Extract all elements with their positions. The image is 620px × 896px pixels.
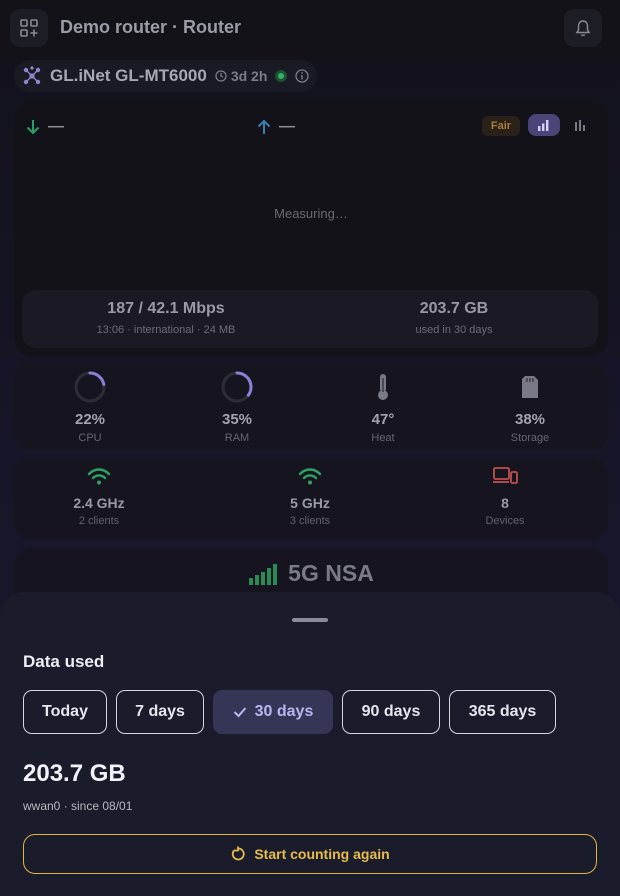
wifi-5-clients: 3 clients (289, 515, 331, 527)
wifi-icon (298, 468, 322, 485)
thermometer-icon (378, 374, 388, 400)
last-test-value: 187 / 42.1 Mbps (107, 300, 225, 317)
uptime-value: 3d 2h (230, 68, 268, 84)
bar-chart-icon (575, 120, 585, 131)
devices-icon (493, 467, 518, 484)
storage-label: Storage (510, 432, 550, 444)
info-icon[interactable] (295, 69, 310, 83)
range-30-days-button[interactable]: 30 days (213, 690, 333, 734)
ram-stat: 35% RAM (177, 370, 297, 444)
download-value: — (48, 118, 64, 135)
uptime: 3d 2h (215, 68, 268, 84)
range-label: Today (42, 703, 88, 720)
usage-stat: 203.7 GB used in 30 days (310, 300, 598, 336)
device-name: GL.iNet GL-MT6000 (50, 66, 207, 85)
download-speed: — (26, 118, 64, 136)
devices-count: 8 (501, 495, 509, 511)
online-status-indicator (275, 70, 288, 82)
range-365-days-button[interactable]: 365 days (449, 690, 556, 734)
range-label: 90 days (361, 703, 421, 720)
data-used-sheet: Data used Today 7 days 30 days 90 days 3… (0, 592, 620, 896)
device-header[interactable]: GL.iNet GL-MT6000 3d 2h (14, 60, 318, 92)
last-test-detail: 13:06 · international · 24 MB (96, 324, 236, 336)
upload-value: — (279, 118, 295, 135)
range-today-button[interactable]: Today (23, 690, 107, 734)
total-data-used: 203.7 GB (23, 760, 126, 787)
chart-view-button[interactable] (564, 114, 596, 136)
upload-speed: — (257, 118, 295, 136)
range-label: 7 days (135, 703, 185, 720)
storage-value: 38% (514, 411, 546, 428)
cpu-label: CPU (78, 432, 102, 444)
check-icon (233, 707, 246, 718)
cpu-gauge (74, 371, 106, 403)
interface-since: wwan0 · since 08/01 (23, 799, 133, 813)
wifi-24-clients: 2 clients (78, 515, 120, 527)
last-test-stat: 187 / 42.1 Mbps 13:06 · international · … (22, 300, 310, 336)
wifi-24-stat: 2.4 GHz 2 clients (14, 466, 184, 527)
apps-grid-icon (20, 19, 38, 37)
wifi-5-band: 5 GHz (290, 495, 330, 511)
apps-menu-button[interactable] (10, 9, 48, 47)
wifi-5-stat: 5 GHz 3 clients (225, 466, 395, 527)
resources-card[interactable]: 22% CPU 35% RAM 47° Heat 38% Storage (14, 362, 608, 450)
devices-label: Devices (485, 515, 525, 527)
ram-gauge (221, 371, 253, 403)
sd-card-icon (522, 376, 538, 398)
reset-label: Start counting again (254, 846, 390, 862)
wifi-icon (87, 468, 111, 485)
cpu-stat: 22% CPU (30, 370, 150, 444)
wifi-24-band: 2.4 GHz (73, 495, 125, 511)
cellular-signal-icon (249, 563, 278, 585)
range-7-days-button[interactable]: 7 days (116, 690, 204, 734)
quality-badge: Fair (482, 116, 520, 136)
download-arrow-icon (26, 120, 40, 135)
ram-label: RAM (224, 432, 250, 444)
measuring-status: Measuring… (274, 206, 348, 221)
heat-label: Heat (371, 432, 395, 444)
network-card[interactable]: 2.4 GHz 2 clients 5 GHz 3 clients 8 Devi… (14, 458, 608, 540)
cellular-mode: 5G NSA (288, 560, 374, 586)
cellular-status: 5G NSA (14, 560, 608, 587)
heat-value: 47° (371, 411, 395, 428)
router-logo-icon (23, 66, 41, 85)
speed-summary[interactable]: 187 / 42.1 Mbps 13:06 · international · … (22, 290, 598, 348)
usage-value: 203.7 GB (419, 300, 489, 317)
range-label: 30 days (254, 703, 314, 720)
bell-icon (575, 20, 591, 37)
range-label: 365 days (468, 703, 537, 720)
page-title: Demo router · Router (60, 17, 242, 37)
notifications-button[interactable] (564, 9, 602, 47)
clock-icon (215, 70, 227, 82)
upload-arrow-icon (257, 119, 271, 134)
sheet-drag-handle[interactable] (292, 618, 328, 622)
bar-view-button[interactable] (528, 114, 560, 136)
speed-card: — — Fair Measuring… 187 / 42.1 Mbps 13:0… (14, 102, 608, 356)
storage-stat: 38% Storage (470, 370, 590, 444)
reset-counter-button[interactable]: Start counting again (23, 834, 597, 874)
cpu-value: 22% (74, 411, 106, 428)
range-90-days-button[interactable]: 90 days (342, 690, 440, 734)
top-bar: Demo router · Router (0, 0, 620, 56)
sheet-title: Data used (23, 652, 105, 671)
reset-icon (232, 846, 245, 861)
signal-bars-icon (538, 120, 549, 131)
ram-value: 35% (221, 411, 253, 428)
heat-stat: 47° Heat (323, 370, 443, 444)
usage-detail: used in 30 days (415, 324, 493, 336)
app-background: Demo router · Router GL.iNet GL-MT6000 3… (0, 0, 620, 896)
devices-stat: 8 Devices (420, 466, 590, 527)
